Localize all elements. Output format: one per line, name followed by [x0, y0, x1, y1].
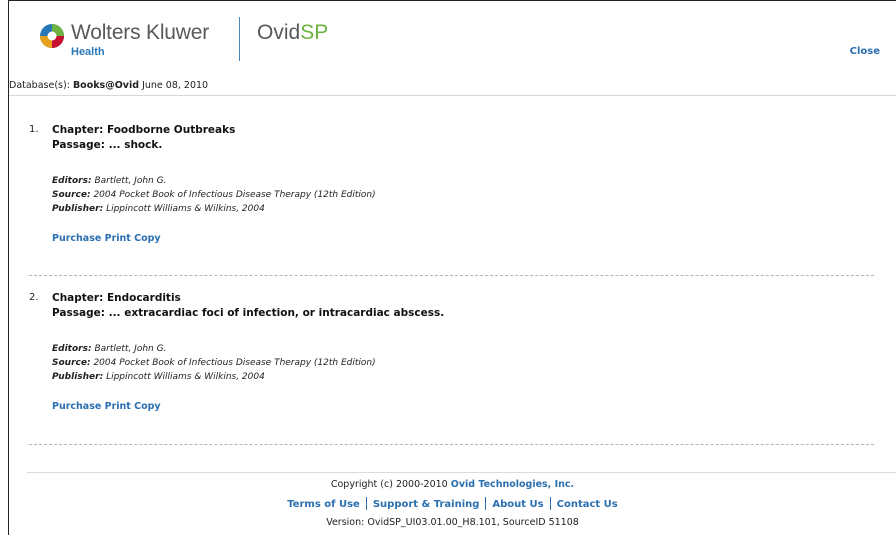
- logo-divider: [239, 17, 240, 61]
- source-value: 2004 Pocket Book of Infectious Disease T…: [93, 358, 376, 368]
- purchase-print-copy-link[interactable]: Purchase Print Copy: [52, 233, 161, 244]
- footer-copyright: Copyright (c) 2000-2010 Ovid Technologie…: [9, 479, 896, 490]
- result-separator: [29, 275, 874, 276]
- database-name: Books@Ovid: [72, 80, 140, 91]
- result-passage: Passage: ... shock.: [52, 139, 163, 151]
- footer-links: Terms of Use Support & Training About Us Co…: [9, 497, 896, 510]
- result-publisher: Publisher: Lippincott Williams & Wilkins…: [52, 204, 265, 214]
- result-chapter[interactable]: Chapter: Endocarditis: [52, 292, 181, 304]
- product-logo: OvidSP: [257, 21, 328, 45]
- result-editors: Editors: Bartlett, John G.: [52, 344, 166, 354]
- purchase-print-copy-link[interactable]: Purchase Print Copy: [52, 401, 161, 412]
- brand-sub: Health: [71, 46, 105, 58]
- editors-value: Bartlett, John G.: [94, 176, 167, 186]
- footer-divider: [27, 472, 896, 473]
- result-chapter[interactable]: Chapter: Foodborne Outbreaks: [52, 124, 235, 136]
- wolters-kluwer-globe-icon: [40, 24, 64, 48]
- editors-label: Editors:: [52, 344, 92, 354]
- terms-of-use-link[interactable]: Terms of Use: [281, 499, 366, 510]
- editors-label: Editors:: [52, 176, 92, 186]
- footer-version: Version: OvidSP_UI03.01.00_H8.101, Sourc…: [326, 517, 579, 528]
- publisher-label: Publisher:: [52, 372, 104, 382]
- result-editors: Editors: Bartlett, John G.: [52, 176, 166, 186]
- database-prefix: Database(s):: [9, 80, 70, 91]
- database-date: June 08, 2010: [142, 80, 209, 91]
- brand-name: Wolters Kluwer: [71, 21, 210, 44]
- publisher-value: Lippincott Williams & Wilkins, 2004: [106, 372, 265, 382]
- header: Wolters Kluwer Health OvidSP Close: [9, 1, 896, 73]
- source-label: Source:: [52, 358, 91, 368]
- result-publisher: Publisher: Lippincott Williams & Wilkins…: [52, 372, 265, 382]
- source-label: Source:: [52, 190, 91, 200]
- source-value: 2004 Pocket Book of Infectious Disease T…: [93, 190, 376, 200]
- editors-value: Bartlett, John G.: [94, 344, 167, 354]
- publisher-label: Publisher:: [52, 204, 104, 214]
- result-separator: [29, 444, 874, 445]
- ovid-technologies-link[interactable]: Ovid Technologies, Inc.: [451, 479, 574, 490]
- page-frame: Wolters Kluwer Health OvidSP Close Datab…: [8, 0, 896, 535]
- product-accent: SP: [300, 21, 329, 44]
- publisher-value: Lippincott Williams & Wilkins, 2004: [106, 204, 265, 214]
- product-main: Ovid: [257, 21, 301, 44]
- database-divider: [9, 95, 896, 96]
- about-us-link[interactable]: About Us: [486, 499, 549, 510]
- database-line: Database(s): Books@Ovid June 08, 2010: [9, 80, 208, 91]
- close-link[interactable]: Close: [850, 46, 880, 57]
- copyright-text: Copyright (c) 2000-2010: [330, 479, 448, 490]
- result-number: 2.: [29, 292, 39, 303]
- result-source: Source: 2004 Pocket Book of Infectious D…: [52, 358, 376, 368]
- result-number: 1.: [29, 124, 39, 135]
- contact-us-link[interactable]: Contact Us: [551, 499, 624, 510]
- result-source: Source: 2004 Pocket Book of Infectious D…: [52, 190, 376, 200]
- support-training-link[interactable]: Support & Training: [367, 499, 486, 510]
- result-passage: Passage: ... extracardiac foci of infect…: [52, 307, 445, 319]
